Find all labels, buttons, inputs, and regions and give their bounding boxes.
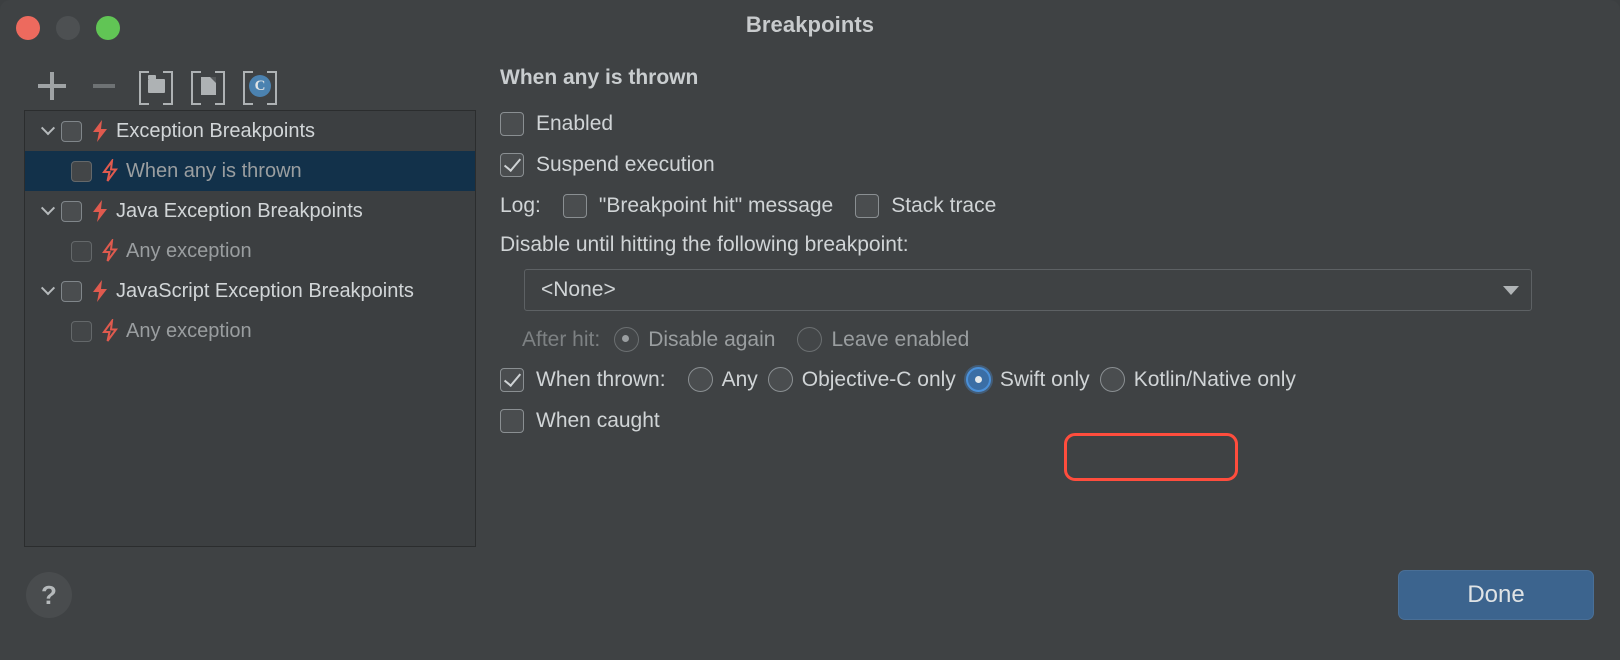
after-hit-disable-again-label: Disable again bbox=[648, 327, 776, 351]
when-thrown-any-label: Any bbox=[721, 367, 758, 391]
group-by-file-button[interactable] bbox=[182, 67, 234, 105]
breakpoints-tree[interactable]: Exception Breakpoints When any is thrown… bbox=[24, 110, 476, 547]
enabled-row[interactable]: Enabled bbox=[500, 112, 1600, 136]
after-hit-leave-enabled-radio[interactable] bbox=[797, 327, 823, 352]
chevron-down-icon[interactable] bbox=[1503, 285, 1519, 295]
when-thrown-label: When thrown: bbox=[536, 367, 666, 391]
plus-icon bbox=[38, 72, 66, 100]
disable-until-dropdown[interactable]: <None> bbox=[524, 269, 1532, 311]
when-thrown-kotlin-label: Kotlin/Native only bbox=[1133, 367, 1296, 391]
when-thrown-kotlin-radio[interactable] bbox=[1099, 367, 1125, 392]
breakpoint-bolt-outline-icon bbox=[100, 239, 120, 263]
tree-item-when-any-is-thrown[interactable]: When any is thrown bbox=[25, 151, 475, 191]
file-bracket-icon bbox=[191, 71, 225, 105]
when-thrown-swift-radio[interactable] bbox=[965, 367, 991, 392]
breakpoint-bolt-icon bbox=[90, 199, 110, 223]
tree-item-java-exception-breakpoints[interactable]: Java Exception Breakpoints bbox=[25, 191, 475, 231]
tree-item-checkbox[interactable] bbox=[71, 160, 92, 182]
suspend-row[interactable]: Suspend execution bbox=[500, 153, 1600, 177]
when-thrown-any-radio[interactable] bbox=[687, 367, 713, 392]
tree-item-label: Java Exception Breakpoints bbox=[116, 199, 363, 222]
breakpoint-bolt-outline-icon bbox=[100, 319, 120, 343]
remove-breakpoint-button[interactable] bbox=[78, 67, 130, 105]
when-thrown-checkbox[interactable] bbox=[500, 367, 524, 392]
when-caught-row[interactable]: When caught bbox=[500, 409, 1600, 433]
after-hit-disable-again-radio[interactable] bbox=[614, 327, 640, 352]
log-label: Log: bbox=[500, 194, 541, 217]
chevron-down-icon[interactable] bbox=[35, 191, 61, 231]
tree-item-checkbox[interactable] bbox=[61, 200, 82, 222]
log-stack-trace-checkbox[interactable] bbox=[855, 194, 880, 218]
log-message-label: "Breakpoint hit" message bbox=[598, 194, 834, 217]
after-hit-row: After hit: Disable again Leave enabled bbox=[522, 327, 1600, 352]
group-by-folder-button[interactable] bbox=[130, 67, 182, 105]
tree-item-javascript-exception-breakpoints[interactable]: JavaScript Exception Breakpoints bbox=[25, 271, 475, 311]
chevron-down-icon[interactable] bbox=[35, 111, 61, 151]
folder-bracket-icon bbox=[139, 71, 173, 105]
breakpoint-bolt-icon bbox=[90, 279, 110, 303]
tree-item-checkbox[interactable] bbox=[71, 240, 92, 262]
breakpoint-bolt-outline-icon bbox=[100, 159, 120, 183]
when-thrown-objc-label: Objective-C only bbox=[801, 367, 956, 391]
tree-item-javascript-any-exception[interactable]: Any exception bbox=[25, 311, 475, 351]
minus-icon bbox=[93, 84, 115, 88]
tree-item-java-any-exception[interactable]: Any exception bbox=[25, 231, 475, 271]
breakpoints-toolbar: C bbox=[26, 66, 486, 106]
suspend-label: Suspend execution bbox=[536, 153, 715, 176]
disable-until-row: Disable until hitting the following brea… bbox=[500, 233, 1600, 257]
breakpoint-detail-pane: When any is thrown Enabled Suspend execu… bbox=[500, 66, 1600, 450]
when-thrown-objc-radio[interactable] bbox=[767, 367, 793, 392]
class-bracket-icon: C bbox=[243, 71, 277, 105]
tree-item-checkbox[interactable] bbox=[61, 280, 82, 302]
tree-item-label: Any exception bbox=[126, 239, 252, 262]
add-breakpoint-button[interactable] bbox=[26, 67, 78, 105]
enabled-checkbox[interactable] bbox=[500, 112, 524, 136]
done-button[interactable]: Done bbox=[1398, 570, 1594, 620]
tree-item-exception-breakpoints[interactable]: Exception Breakpoints bbox=[25, 111, 475, 151]
tree-item-label: When any is thrown bbox=[126, 159, 302, 182]
suspend-checkbox[interactable] bbox=[500, 153, 524, 177]
when-caught-label: When caught bbox=[536, 409, 660, 432]
title-bar: Breakpoints bbox=[0, 0, 1620, 56]
enabled-label: Enabled bbox=[536, 112, 614, 135]
log-row: Log: "Breakpoint hit" message Stack trac… bbox=[500, 194, 1600, 218]
page-title: Breakpoints bbox=[745, 12, 875, 37]
help-button[interactable]: ? bbox=[26, 572, 72, 618]
tree-item-label: Exception Breakpoints bbox=[116, 119, 316, 142]
chevron-down-icon[interactable] bbox=[35, 271, 61, 311]
tree-item-checkbox[interactable] bbox=[71, 320, 92, 342]
tree-item-checkbox[interactable] bbox=[61, 120, 82, 142]
after-hit-label: After hit: bbox=[522, 327, 601, 351]
breakpoint-bolt-icon bbox=[90, 119, 110, 143]
breakpoints-dialog: Breakpoints C Exception Breakpoints When… bbox=[0, 0, 1620, 660]
when-thrown-swift-label: Swift only bbox=[999, 367, 1090, 391]
disable-until-label: Disable until hitting the following brea… bbox=[500, 233, 909, 256]
tree-item-label: Any exception bbox=[126, 319, 252, 342]
detail-title: When any is thrown bbox=[500, 66, 699, 89]
group-by-class-button[interactable]: C bbox=[234, 67, 286, 105]
tree-item-label: JavaScript Exception Breakpoints bbox=[116, 279, 414, 302]
disable-until-value: <None> bbox=[541, 278, 616, 301]
log-stack-trace-label: Stack trace bbox=[891, 194, 997, 217]
when-thrown-row: When thrown: Any Objective-C only Swift … bbox=[500, 367, 1600, 392]
log-message-checkbox[interactable] bbox=[562, 194, 587, 218]
after-hit-leave-enabled-label: Leave enabled bbox=[831, 327, 970, 351]
when-caught-checkbox[interactable] bbox=[500, 409, 524, 433]
